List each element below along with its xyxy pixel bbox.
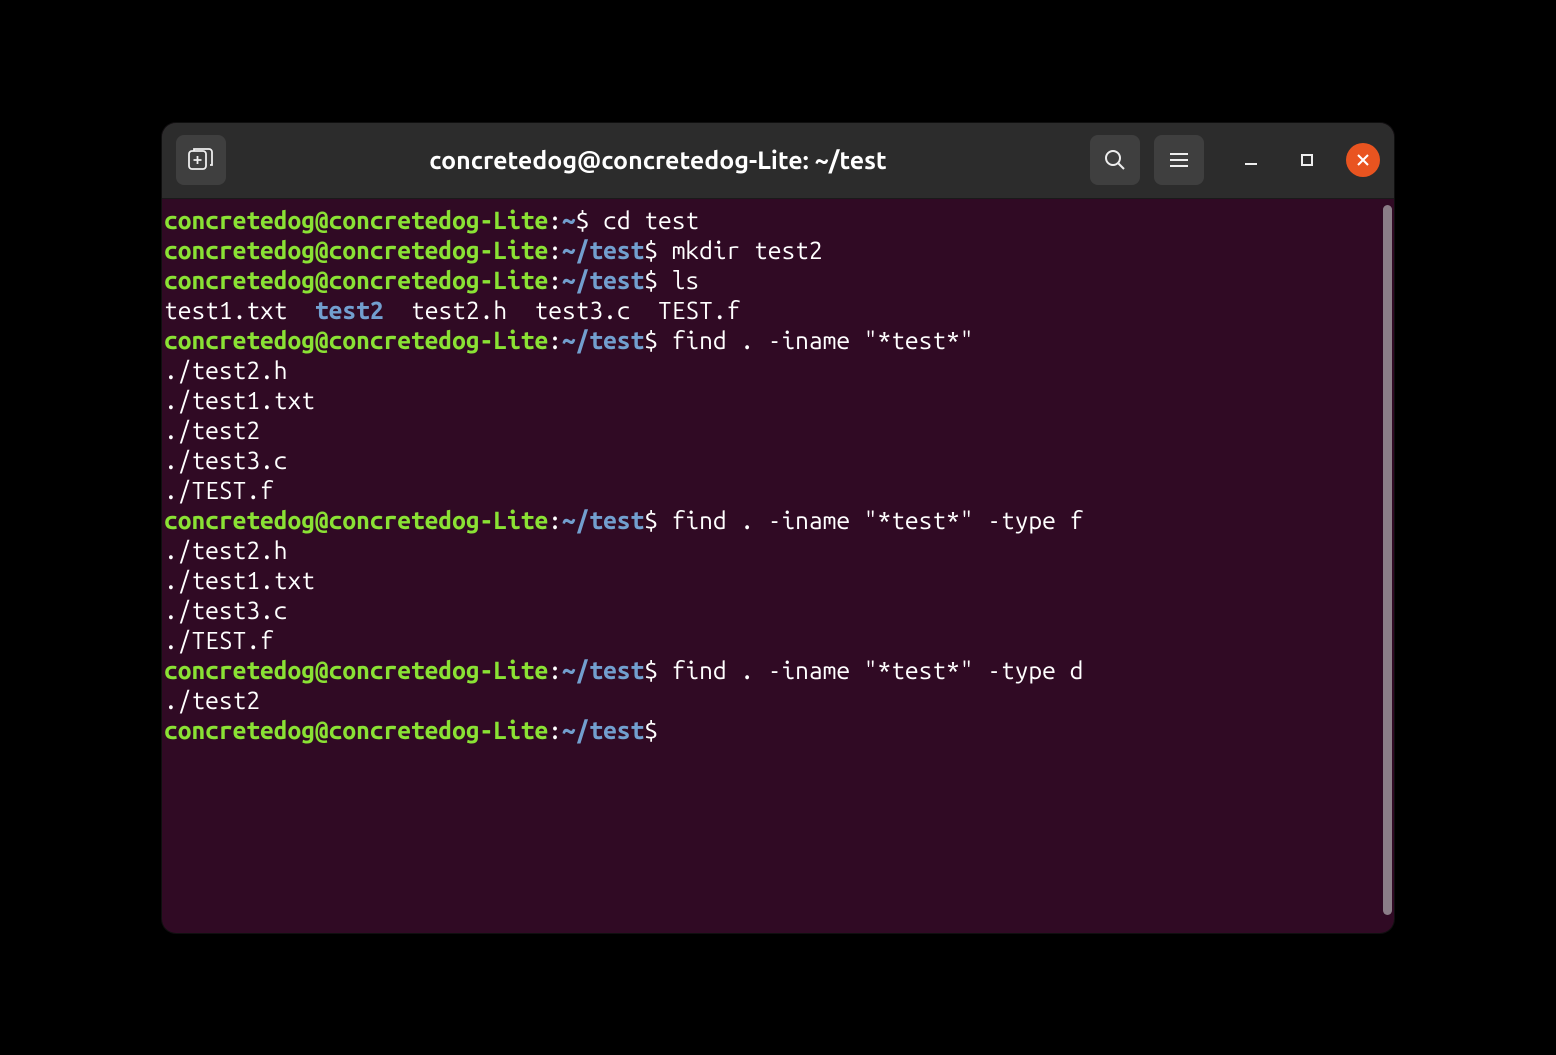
prompt-colon: : (548, 206, 562, 234)
command-text: find . -iname "*test*" -type d (658, 656, 1083, 684)
output-line: ./test2.h (164, 535, 1392, 565)
prompt-dollar: $ (644, 236, 658, 264)
output-line: ./TEST.f (164, 475, 1392, 505)
prompt-colon: : (548, 656, 562, 684)
prompt-line: concretedog@concretedog-Lite:~/test$ ls (164, 265, 1392, 295)
command-text (658, 716, 672, 744)
prompt-path: ~/test (562, 266, 644, 294)
prompt-userhost: concretedog@concretedog-Lite (164, 716, 548, 744)
prompt-line: concretedog@concretedog-Lite:~$ cd test (164, 205, 1392, 235)
maximize-button[interactable] (1290, 143, 1324, 177)
new-tab-icon (188, 148, 214, 172)
output-line: ./TEST.f (164, 625, 1392, 655)
prompt-dollar: $ (644, 326, 658, 354)
command-text: cd test (589, 206, 699, 234)
ls-file: test3.c (535, 296, 631, 324)
menu-button[interactable] (1154, 135, 1204, 185)
search-icon (1104, 149, 1126, 171)
ls-output-line: test1.txt test2 test2.h test3.c TEST.f (164, 295, 1392, 325)
prompt-path: ~/test (562, 656, 644, 684)
window-controls (1234, 143, 1380, 177)
close-button[interactable] (1346, 143, 1380, 177)
prompt-path: ~/test (562, 326, 644, 354)
output-line: ./test2 (164, 415, 1392, 445)
prompt-userhost: concretedog@concretedog-Lite (164, 236, 548, 264)
prompt-line: concretedog@concretedog-Lite:~/test$ fin… (164, 655, 1392, 685)
prompt-userhost: concretedog@concretedog-Lite (164, 206, 548, 234)
command-text: ls (658, 266, 699, 294)
prompt-dollar: $ (644, 656, 658, 684)
prompt-path: ~/test (562, 716, 644, 744)
output-line: ./test3.c (164, 595, 1392, 625)
prompt-colon: : (548, 266, 562, 294)
search-button[interactable] (1090, 135, 1140, 185)
output-line: ./test2.h (164, 355, 1392, 385)
ls-directory: test2 (315, 296, 384, 324)
prompt-line: concretedog@concretedog-Lite:~/test$ fin… (164, 325, 1392, 355)
output-line: ./test1.txt (164, 385, 1392, 415)
prompt-colon: : (548, 236, 562, 264)
prompt-path: ~ (562, 206, 576, 234)
close-icon (1356, 153, 1370, 167)
prompt-path: ~/test (562, 506, 644, 534)
prompt-path: ~/test (562, 236, 644, 264)
ls-file: TEST.f (658, 296, 740, 324)
command-text: find . -iname "*test*" -type f (658, 506, 1083, 534)
new-tab-button[interactable] (176, 135, 226, 185)
prompt-colon: : (548, 326, 562, 354)
prompt-userhost: concretedog@concretedog-Lite (164, 506, 548, 534)
prompt-userhost: concretedog@concretedog-Lite (164, 266, 548, 294)
prompt-userhost: concretedog@concretedog-Lite (164, 656, 548, 684)
prompt-line: concretedog@concretedog-Lite:~/test$ mkd… (164, 235, 1392, 265)
minimize-button[interactable] (1234, 143, 1268, 177)
prompt-userhost: concretedog@concretedog-Lite (164, 326, 548, 354)
prompt-dollar: $ (644, 506, 658, 534)
titlebar: concretedog@concretedog-Lite: ~/test (162, 123, 1394, 199)
minimize-icon (1243, 152, 1259, 168)
terminal-viewport[interactable]: concretedog@concretedog-Lite:~$ cd testc… (162, 199, 1394, 933)
output-line: ./test2 (164, 685, 1392, 715)
command-text: find . -iname "*test*" (658, 326, 974, 354)
terminal-window: concretedog@concretedog-Lite: ~/test (162, 123, 1394, 933)
prompt-line: concretedog@concretedog-Lite:~/test$ fin… (164, 505, 1392, 535)
prompt-colon: : (548, 506, 562, 534)
output-line: ./test3.c (164, 445, 1392, 475)
ls-file: test1.txt (164, 296, 287, 324)
prompt-dollar: $ (644, 716, 658, 744)
ls-file: test2.h (411, 296, 507, 324)
command-text: mkdir test2 (658, 236, 823, 264)
prompt-dollar: $ (644, 266, 658, 294)
scrollbar[interactable] (1383, 205, 1392, 915)
maximize-icon (1300, 153, 1314, 167)
hamburger-icon (1168, 149, 1190, 171)
output-line: ./test1.txt (164, 565, 1392, 595)
prompt-line: concretedog@concretedog-Lite:~/test$ (164, 715, 1392, 745)
prompt-dollar: $ (576, 206, 590, 234)
prompt-colon: : (548, 716, 562, 744)
window-title: concretedog@concretedog-Lite: ~/test (240, 146, 1076, 174)
